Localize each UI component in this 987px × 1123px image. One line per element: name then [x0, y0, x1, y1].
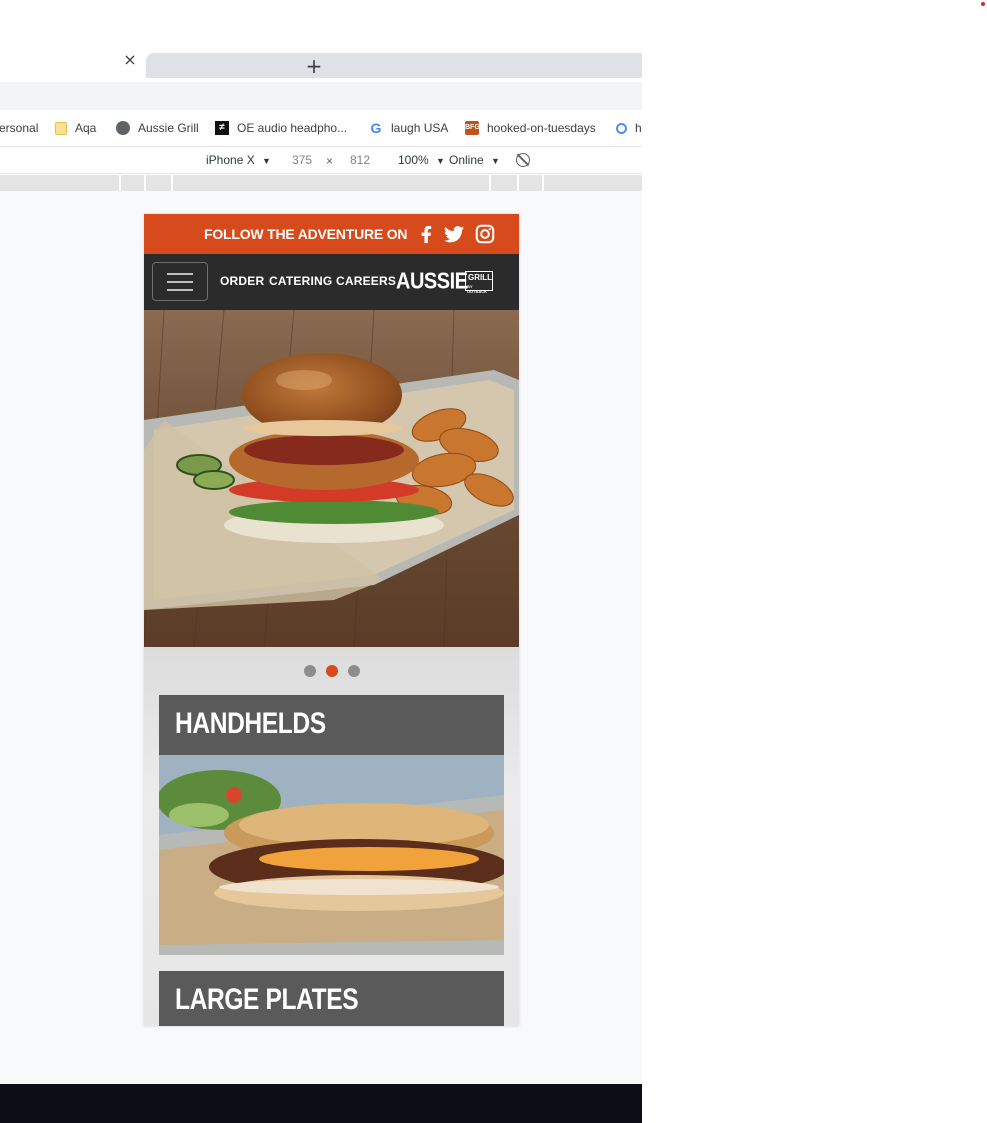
hero-image-chicken-sandwich[interactable]	[144, 310, 519, 647]
handhelds-image[interactable]	[159, 755, 504, 955]
bookmark-label: hooked-on-tuesdays	[487, 121, 596, 135]
mobile-page-frame: FOLLOW THE ADVENTURE ON ORDER CATERING C…	[144, 214, 519, 1026]
instagram-icon[interactable]	[474, 223, 496, 245]
bookmark-laugh-usa[interactable]: G laugh USA	[369, 120, 449, 136]
carousel-dot-3[interactable]	[348, 665, 360, 677]
bookmark-aqa[interactable]: Aqa	[55, 120, 96, 136]
chevron-down-icon: ▼	[262, 156, 271, 166]
facebook-icon[interactable]	[415, 223, 437, 245]
bookmark-label: OE audio headpho...	[237, 121, 348, 135]
handhelds-illustration	[159, 755, 504, 955]
category-title: LARGE PLATES	[175, 983, 359, 1016]
dimension-times-icon: ×	[326, 154, 334, 168]
nav-link-order[interactable]: ORDER	[220, 274, 264, 288]
bookmark-label: ersonal	[0, 121, 39, 135]
menu-icon-line	[167, 273, 193, 275]
logo-grill-text: GRILL	[468, 273, 492, 282]
device-label: iPhone X	[206, 153, 255, 167]
oe-icon: ≠	[215, 121, 229, 135]
ruler-tick	[517, 175, 519, 191]
carousel-dot-1[interactable]	[304, 665, 316, 677]
bookmark-personal[interactable]: ersonal	[0, 120, 38, 136]
social-follow-banner: FOLLOW THE ADVENTURE ON	[144, 214, 519, 254]
google-icon: G	[370, 120, 382, 136]
recording-indicator-dot	[981, 2, 985, 6]
zoom-select[interactable]: 100% ▼	[398, 153, 445, 167]
browser-tab-strip: × +	[0, 47, 642, 81]
bfg-icon: BFG	[465, 121, 480, 135]
bookmark-label: Aussie Grill	[138, 121, 199, 135]
media-query-ruler[interactable]	[0, 175, 642, 191]
category-title: HANDHELDS	[175, 707, 326, 740]
menu-icon-line	[167, 281, 193, 283]
folder-icon	[55, 121, 67, 135]
network-select[interactable]: Online ▼	[449, 153, 500, 167]
bookmark-label: h	[635, 121, 642, 135]
nav-link-careers[interactable]: CAREERS	[336, 274, 396, 288]
bookmark-label: laugh USA	[391, 121, 449, 135]
ruler-tick	[171, 175, 173, 191]
chevron-down-icon: ▼	[436, 156, 445, 166]
site-navbar: ORDER CATERING CAREERS AUSSIE GRILL BY O…	[144, 254, 519, 310]
height-input[interactable]: 812	[350, 153, 370, 167]
rotate-disabled-icon[interactable]	[516, 153, 530, 167]
nav-link-catering[interactable]: CATERING	[269, 274, 332, 288]
logo-grill-badge: GRILL BY OUTBACK	[465, 271, 493, 294]
menu-carousel: HANDHELDS LARGE PLATES	[144, 647, 519, 1026]
ruler-tick	[489, 175, 491, 191]
hero-illustration	[144, 310, 519, 647]
search-icon	[616, 122, 627, 134]
new-tab-icon[interactable]: +	[304, 56, 324, 77]
bookmark-label: Aqa	[75, 121, 97, 135]
network-label: Online	[449, 153, 484, 167]
category-handhelds[interactable]: HANDHELDS	[159, 695, 504, 755]
twitter-icon[interactable]	[443, 223, 465, 245]
device-toolbar: iPhone X ▼ 375 × 812 100% ▼ Online ▼	[0, 146, 642, 174]
carousel-dot-2[interactable]	[326, 665, 338, 677]
bookmark-aussie-grill[interactable]: Aussie Grill	[116, 120, 199, 136]
bookmark-hooked-on-tuesdays[interactable]: BFG hooked-on-tuesdays	[465, 120, 596, 136]
ruler-tick	[144, 175, 146, 191]
ruler-tick	[542, 175, 544, 191]
bookmarks-bar: ersonal Aqa Aussie Grill ≠ OE audio head…	[0, 114, 642, 142]
aussie-grill-logo[interactable]: AUSSIE	[396, 269, 468, 295]
follow-text: FOLLOW THE ADVENTURE ON	[204, 226, 408, 242]
menu-icon-line	[167, 289, 193, 291]
globe-icon	[116, 121, 130, 135]
address-bar[interactable]	[0, 82, 642, 110]
tab-strip-background: +	[146, 53, 642, 78]
ruler-tick	[119, 175, 121, 191]
close-tab-icon[interactable]: ×	[122, 52, 138, 68]
hamburger-menu-button[interactable]	[152, 262, 208, 301]
bookmark-oe-audio[interactable]: ≠ OE audio headpho...	[215, 120, 347, 136]
category-large-plates[interactable]: LARGE PLATES	[159, 971, 504, 1026]
logo-subtext: BY OUTBACK	[467, 284, 487, 294]
width-input[interactable]: 375	[292, 153, 312, 167]
chevron-down-icon: ▼	[491, 156, 500, 166]
device-select[interactable]: iPhone X ▼	[206, 153, 271, 167]
zoom-label: 100%	[398, 153, 429, 167]
devtools-panel-edge	[0, 1084, 642, 1123]
bookmark-search[interactable]: h	[616, 120, 642, 136]
screenshot-root: { "tab_bar": { "close_glyph": "×", "new_…	[0, 0, 987, 1123]
